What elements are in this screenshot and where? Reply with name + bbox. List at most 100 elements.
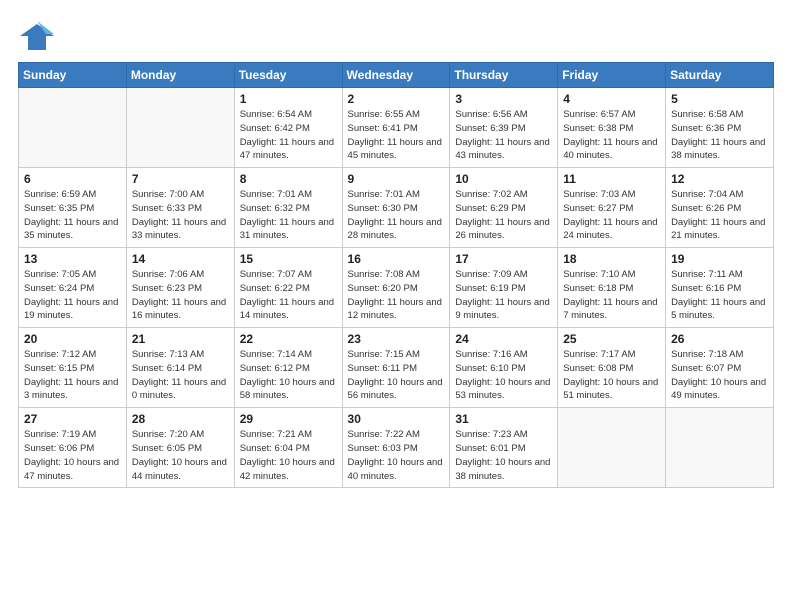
day-info: Sunrise: 7:02 AM Sunset: 6:29 PM Dayligh… <box>455 188 552 243</box>
day-number: 14 <box>132 252 229 266</box>
day-info: Sunrise: 7:11 AM Sunset: 6:16 PM Dayligh… <box>671 268 768 323</box>
day-number: 21 <box>132 332 229 346</box>
day-info: Sunrise: 7:09 AM Sunset: 6:19 PM Dayligh… <box>455 268 552 323</box>
day-info: Sunrise: 6:59 AM Sunset: 6:35 PM Dayligh… <box>24 188 121 243</box>
day-number: 18 <box>563 252 660 266</box>
day-info: Sunrise: 7:07 AM Sunset: 6:22 PM Dayligh… <box>240 268 337 323</box>
day-info: Sunrise: 7:21 AM Sunset: 6:04 PM Dayligh… <box>240 428 337 483</box>
day-number: 9 <box>348 172 445 186</box>
day-info: Sunrise: 7:19 AM Sunset: 6:06 PM Dayligh… <box>24 428 121 483</box>
day-number: 31 <box>455 412 552 426</box>
day-number: 24 <box>455 332 552 346</box>
calendar-cell: 24 Sunrise: 7:16 AM Sunset: 6:10 PM Dayli… <box>450 328 558 408</box>
day-info: Sunrise: 7:20 AM Sunset: 6:05 PM Dayligh… <box>132 428 229 483</box>
calendar-week-row: 1 Sunrise: 6:54 AM Sunset: 6:42 PM Daylig… <box>19 88 774 168</box>
calendar-cell: 18 Sunrise: 7:10 AM Sunset: 6:18 PM Dayli… <box>558 248 666 328</box>
calendar-cell <box>558 408 666 488</box>
calendar-cell: 1 Sunrise: 6:54 AM Sunset: 6:42 PM Daylig… <box>234 88 342 168</box>
day-info: Sunrise: 7:03 AM Sunset: 6:27 PM Dayligh… <box>563 188 660 243</box>
calendar-cell: 26Sunrise: 7:18 AM Sunset: 6:07 PM Dayli… <box>666 328 774 408</box>
day-info: Sunrise: 7:04 AM Sunset: 6:26 PM Dayligh… <box>671 188 768 243</box>
calendar-cell: 12 Sunrise: 7:04 AM Sunset: 6:26 PM Dayli… <box>666 168 774 248</box>
calendar-cell: 11 Sunrise: 7:03 AM Sunset: 6:27 PM Dayli… <box>558 168 666 248</box>
calendar-week-row: 20 Sunrise: 7:12 AM Sunset: 6:15 PM Dayli… <box>19 328 774 408</box>
calendar-cell <box>126 88 234 168</box>
day-number: 6 <box>24 172 121 186</box>
logo <box>18 18 56 56</box>
calendar-cell: 21 Sunrise: 7:13 AM Sunset: 6:14 PM Dayli… <box>126 328 234 408</box>
calendar-cell: 25 Sunrise: 7:17 AM Sunset: 6:08 PM Dayli… <box>558 328 666 408</box>
day-number: 1 <box>240 92 337 106</box>
day-info: Sunrise: 6:56 AM Sunset: 6:39 PM Dayligh… <box>455 108 552 163</box>
day-info: Sunrise: 6:54 AM Sunset: 6:42 PM Dayligh… <box>240 108 337 163</box>
day-number: 12 <box>671 172 768 186</box>
day-number: 23 <box>348 332 445 346</box>
calendar-cell: 20 Sunrise: 7:12 AM Sunset: 6:15 PM Dayli… <box>19 328 127 408</box>
day-number: 13 <box>24 252 121 266</box>
calendar-cell: 13 Sunrise: 7:05 AM Sunset: 6:24 PM Dayli… <box>19 248 127 328</box>
weekday-header: Monday <box>126 63 234 88</box>
day-number: 22 <box>240 332 337 346</box>
calendar-cell: 19 Sunrise: 7:11 AM Sunset: 6:16 PM Dayli… <box>666 248 774 328</box>
day-number: 28 <box>132 412 229 426</box>
day-info: Sunrise: 7:17 AM Sunset: 6:08 PM Dayligh… <box>563 348 660 403</box>
day-number: 7 <box>132 172 229 186</box>
day-info: Sunrise: 6:58 AM Sunset: 6:36 PM Dayligh… <box>671 108 768 163</box>
day-info: Sunrise: 6:55 AM Sunset: 6:41 PM Dayligh… <box>348 108 445 163</box>
day-number: 5 <box>671 92 768 106</box>
day-number: 25 <box>563 332 660 346</box>
day-number: 2 <box>348 92 445 106</box>
calendar-cell <box>666 408 774 488</box>
day-number: 26 <box>671 332 768 346</box>
weekday-header: Wednesday <box>342 63 450 88</box>
day-info: Sunrise: 7:00 AM Sunset: 6:33 PM Dayligh… <box>132 188 229 243</box>
calendar-cell <box>19 88 127 168</box>
weekday-header: Sunday <box>19 63 127 88</box>
calendar-cell: 17 Sunrise: 7:09 AM Sunset: 6:19 PM Dayli… <box>450 248 558 328</box>
header <box>18 18 774 56</box>
weekday-header: Saturday <box>666 63 774 88</box>
day-number: 17 <box>455 252 552 266</box>
day-number: 20 <box>24 332 121 346</box>
day-number: 11 <box>563 172 660 186</box>
day-info: Sunrise: 7:13 AM Sunset: 6:14 PM Dayligh… <box>132 348 229 403</box>
calendar-cell: 6 Sunrise: 6:59 AM Sunset: 6:35 PM Daylig… <box>19 168 127 248</box>
calendar-cell: 28 Sunrise: 7:20 AM Sunset: 6:05 PM Dayli… <box>126 408 234 488</box>
calendar: SundayMondayTuesdayWednesdayThursdayFrid… <box>18 62 774 488</box>
day-info: Sunrise: 7:23 AM Sunset: 6:01 PM Dayligh… <box>455 428 552 483</box>
day-number: 29 <box>240 412 337 426</box>
calendar-cell: 9Sunrise: 7:01 AM Sunset: 6:30 PM Daylig… <box>342 168 450 248</box>
calendar-week-row: 13 Sunrise: 7:05 AM Sunset: 6:24 PM Dayli… <box>19 248 774 328</box>
page: SundayMondayTuesdayWednesdayThursdayFrid… <box>0 0 792 612</box>
calendar-cell: 22Sunrise: 7:14 AM Sunset: 6:12 PM Dayli… <box>234 328 342 408</box>
day-number: 27 <box>24 412 121 426</box>
day-number: 4 <box>563 92 660 106</box>
calendar-week-row: 6 Sunrise: 6:59 AM Sunset: 6:35 PM Daylig… <box>19 168 774 248</box>
calendar-cell: 31 Sunrise: 7:23 AM Sunset: 6:01 PM Dayli… <box>450 408 558 488</box>
calendar-cell: 27 Sunrise: 7:19 AM Sunset: 6:06 PM Dayli… <box>19 408 127 488</box>
day-info: Sunrise: 7:10 AM Sunset: 6:18 PM Dayligh… <box>563 268 660 323</box>
day-info: Sunrise: 7:16 AM Sunset: 6:10 PM Dayligh… <box>455 348 552 403</box>
calendar-week-row: 27 Sunrise: 7:19 AM Sunset: 6:06 PM Dayli… <box>19 408 774 488</box>
logo-bird-icon <box>18 18 56 56</box>
day-info: Sunrise: 7:05 AM Sunset: 6:24 PM Dayligh… <box>24 268 121 323</box>
calendar-cell: 2 Sunrise: 6:55 AM Sunset: 6:41 PM Daylig… <box>342 88 450 168</box>
weekday-header: Tuesday <box>234 63 342 88</box>
day-number: 3 <box>455 92 552 106</box>
calendar-cell: 3 Sunrise: 6:56 AM Sunset: 6:39 PM Daylig… <box>450 88 558 168</box>
day-info: Sunrise: 7:01 AM Sunset: 6:32 PM Dayligh… <box>240 188 337 243</box>
day-number: 8 <box>240 172 337 186</box>
calendar-cell: 4 Sunrise: 6:57 AM Sunset: 6:38 PM Daylig… <box>558 88 666 168</box>
day-number: 15 <box>240 252 337 266</box>
calendar-cell: 30Sunrise: 7:22 AM Sunset: 6:03 PM Dayli… <box>342 408 450 488</box>
calendar-cell: 29 Sunrise: 7:21 AM Sunset: 6:04 PM Dayli… <box>234 408 342 488</box>
calendar-cell: 8 Sunrise: 7:01 AM Sunset: 6:32 PM Daylig… <box>234 168 342 248</box>
calendar-cell: 10Sunrise: 7:02 AM Sunset: 6:29 PM Dayli… <box>450 168 558 248</box>
calendar-cell: 5 Sunrise: 6:58 AM Sunset: 6:36 PM Daylig… <box>666 88 774 168</box>
day-number: 19 <box>671 252 768 266</box>
day-info: Sunrise: 6:57 AM Sunset: 6:38 PM Dayligh… <box>563 108 660 163</box>
day-info: Sunrise: 7:22 AM Sunset: 6:03 PM Dayligh… <box>348 428 445 483</box>
weekday-header: Thursday <box>450 63 558 88</box>
day-info: Sunrise: 7:12 AM Sunset: 6:15 PM Dayligh… <box>24 348 121 403</box>
day-info: Sunrise: 7:08 AM Sunset: 6:20 PM Dayligh… <box>348 268 445 323</box>
